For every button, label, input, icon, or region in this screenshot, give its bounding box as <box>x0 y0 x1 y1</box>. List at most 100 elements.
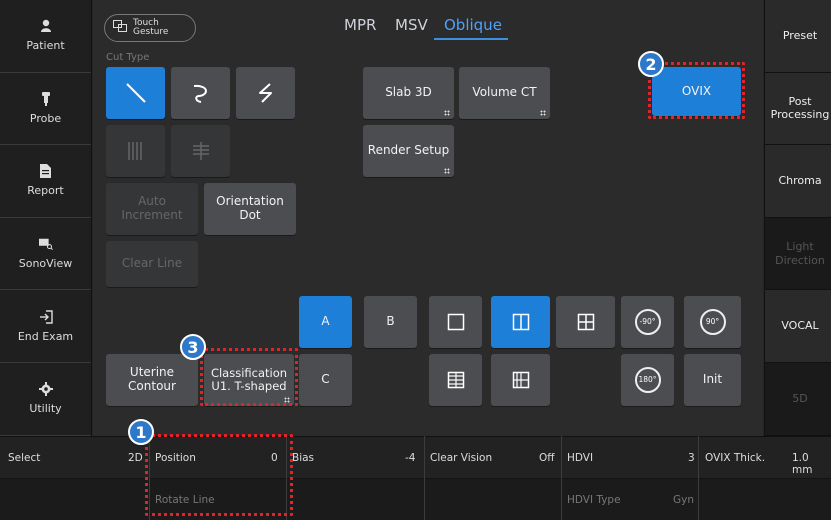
classification-highlight-box <box>200 348 298 406</box>
rotate-minus-90-button[interactable]: -90° <box>621 296 674 348</box>
rotate-plus-90-button[interactable]: 90° <box>684 296 741 348</box>
ovix-thick-value[interactable]: 1.0 mm <box>792 452 831 476</box>
slab-3d-label: Slab 3D <box>385 85 432 100</box>
volume-ct-label: Volume CT <box>472 85 537 100</box>
bottom-secondary-row <box>0 479 831 520</box>
column-divider <box>561 436 562 520</box>
vertical-lines-icon <box>127 142 142 160</box>
rotate-180-icon: 180° <box>634 367 661 393</box>
sidebar-item-end-exam[interactable]: End Exam <box>0 290 91 363</box>
person-icon <box>39 19 53 33</box>
sidebar-item-sonoview[interactable]: SonoView <box>0 218 91 291</box>
curve-line-icon <box>193 84 207 103</box>
active-tab-underline <box>434 38 508 40</box>
clear-vision-label: Clear Vision <box>430 452 493 464</box>
tab-oblique[interactable]: Oblique <box>444 16 502 34</box>
auto-increment-button[interactable]: Auto Increment <box>106 183 198 235</box>
grid-lines-icon <box>192 142 209 160</box>
multi-slice-grid-button[interactable] <box>171 125 230 177</box>
document-icon <box>39 164 53 179</box>
hdvi-value[interactable]: 3 <box>688 452 695 464</box>
ovix-thick-label: OVIX Thick. <box>705 452 766 464</box>
callout-badge-3: 3 <box>180 334 206 360</box>
sidebar-item-utility[interactable]: Utility <box>0 363 91 436</box>
gear-icon <box>38 382 53 397</box>
dual-layout-button[interactable] <box>491 296 550 348</box>
uterine-contour-button[interactable]: Uterine Contour <box>106 354 198 406</box>
dual-view-icon <box>512 313 529 331</box>
render-setup-button[interactable]: Render Setup <box>363 125 454 177</box>
tab-mpr[interactable]: MPR <box>344 16 376 34</box>
layout-grid-b-button[interactable] <box>491 354 550 406</box>
rotate-180-button[interactable]: 180° <box>621 354 674 406</box>
ovix-highlight-box <box>648 62 745 119</box>
grid-view-icon <box>512 371 529 389</box>
init-button[interactable]: Init <box>684 354 741 406</box>
tab-msv[interactable]: MSV <box>395 16 428 34</box>
render-setup-label: Render Setup <box>367 143 450 158</box>
freehand-line-icon <box>258 83 272 103</box>
sonoview-icon <box>38 237 53 251</box>
preset-button[interactable]: Preset <box>765 0 831 73</box>
hdvi-type-label: HDVI Type <box>567 494 621 506</box>
plane-c-button[interactable]: C <box>299 354 352 406</box>
column-divider <box>424 436 425 520</box>
layout-grid-a-button[interactable] <box>429 354 482 406</box>
multi-slice-vertical-button[interactable] <box>106 125 165 177</box>
more-dots-icon <box>540 110 546 116</box>
sidebar-item-patient[interactable]: Patient <box>0 0 91 73</box>
sidebar-item-probe[interactable]: Probe <box>0 73 91 146</box>
rotate-ccw-icon: -90° <box>634 309 661 335</box>
sidebar-label: End Exam <box>17 329 74 343</box>
probe-icon <box>39 91 53 106</box>
right-panel: Preset Post Processing Chroma Light Dire… <box>764 0 831 436</box>
sidebar-label: Report <box>27 184 64 198</box>
5d-button[interactable]: 5D <box>765 362 831 436</box>
sidebar-label: Utility <box>29 402 62 416</box>
hdvi-label: HDVI <box>567 452 594 464</box>
clear-vision-value[interactable]: Off <box>539 452 555 464</box>
cut-curve-button[interactable] <box>171 67 230 119</box>
sidebar-label: Probe <box>29 111 62 125</box>
chroma-button[interactable]: Chroma <box>765 145 831 218</box>
cut-straight-line-button[interactable] <box>106 67 165 119</box>
post-processing-button[interactable]: Post Processing <box>765 72 831 146</box>
left-sidebar: Patient Probe Report SonoView End Exam U… <box>0 0 92 436</box>
select-value[interactable]: 2D <box>128 452 143 464</box>
sidebar-label: SonoView <box>18 257 73 271</box>
plane-b-button[interactable]: B <box>364 296 417 348</box>
light-direction-button[interactable]: Light Direction <box>765 217 831 291</box>
touch-gesture-label: Touch Gesture <box>133 18 169 38</box>
quad-layout-button[interactable] <box>556 296 615 348</box>
column-divider <box>698 436 699 520</box>
exit-icon <box>39 309 53 324</box>
bias-value[interactable]: -4 <box>405 452 415 464</box>
hdvi-type-value[interactable]: Gyn <box>673 494 694 506</box>
touch-gesture-button[interactable]: Touch Gesture <box>104 14 196 42</box>
sidebar-label: Patient <box>26 39 65 53</box>
clear-line-button[interactable]: Clear Line <box>106 241 198 287</box>
bias-label: Bias <box>292 452 315 464</box>
vocal-button[interactable]: VOCAL <box>765 290 831 363</box>
touch-gesture-icon <box>113 20 127 35</box>
single-view-icon <box>447 313 464 331</box>
quad-view-icon <box>577 313 594 331</box>
slab-3d-button[interactable]: Slab 3D <box>363 67 454 119</box>
straight-line-icon <box>125 83 146 103</box>
grid-view-icon <box>447 371 464 389</box>
more-dots-icon <box>444 168 450 174</box>
orientation-dot-button[interactable]: Orientation Dot <box>204 183 296 235</box>
callout-badge-1: 1 <box>128 419 154 445</box>
volume-ct-button[interactable]: Volume CT <box>459 67 550 119</box>
single-layout-button[interactable] <box>429 296 482 348</box>
select-label: Select <box>8 452 41 464</box>
ultrasound-3d-screen: Patient Probe Report SonoView End Exam U… <box>0 0 831 520</box>
touch-gesture-line2: Gesture <box>133 27 169 37</box>
position-highlight-box <box>145 434 293 516</box>
cut-type-label: Cut Type <box>106 52 150 63</box>
rotate-cw-icon: 90° <box>699 309 726 335</box>
callout-badge-2: 2 <box>638 51 664 77</box>
sidebar-item-report[interactable]: Report <box>0 145 91 218</box>
plane-a-button[interactable]: A <box>299 296 352 348</box>
cut-freehand-button[interactable] <box>236 67 295 119</box>
